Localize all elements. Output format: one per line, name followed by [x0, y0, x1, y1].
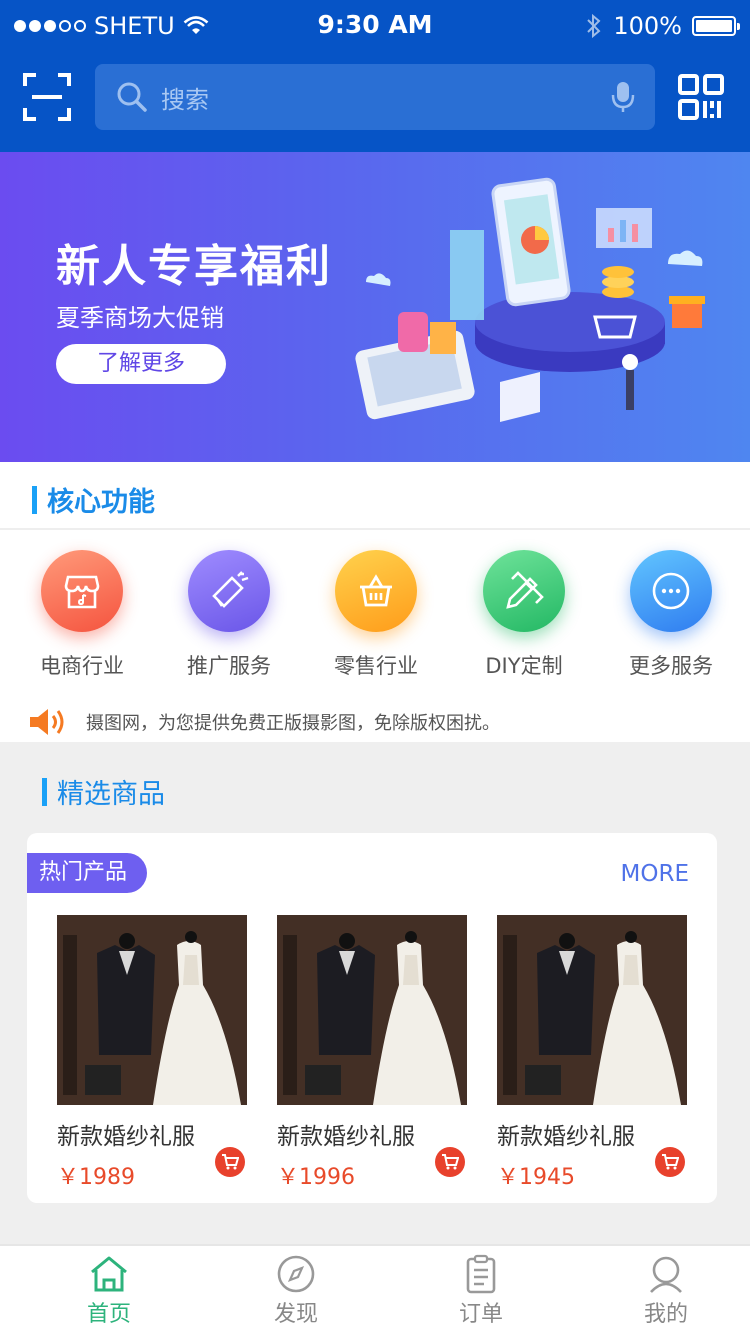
notice-text: 摄图网，为您提供免费正版摄影图，免除版权困扰。: [86, 713, 500, 734]
clipboard-icon: [466, 1254, 496, 1294]
top-header: SHETU 9:30 AM 100% 搜索: [0, 0, 750, 152]
add-to-cart-button[interactable]: [655, 1147, 685, 1177]
search-bar[interactable]: 搜索: [95, 64, 655, 130]
cart-icon: [662, 1154, 679, 1170]
tab-orders[interactable]: 订单: [421, 1254, 541, 1328]
more-circle: [630, 550, 712, 632]
divider: [0, 528, 750, 530]
core-section-title: 核心功能: [47, 487, 155, 518]
add-to-cart-button[interactable]: [435, 1147, 465, 1177]
search-input[interactable]: 搜索: [161, 80, 611, 115]
search-icon: [117, 82, 147, 112]
featured-header: 精选商品: [42, 772, 165, 811]
cart-icon: [442, 1154, 459, 1170]
section-accent-bar: [32, 485, 37, 514]
shopping-illustration: [355, 177, 705, 422]
qr-code-icon[interactable]: [678, 74, 724, 120]
func-ecommerce[interactable]: 电商行业: [17, 550, 147, 680]
banner-subtitle: 夏季商场大促销: [56, 304, 224, 332]
func-promotion[interactable]: 推广服务: [164, 550, 294, 680]
featured-section-header: 精选商品: [0, 742, 750, 822]
megaphone-icon: [212, 571, 249, 608]
tab-label: 我的: [643, 1302, 688, 1327]
add-to-cart-button[interactable]: [215, 1147, 245, 1177]
func-label: 更多服务: [629, 654, 713, 678]
speaker-icon: [30, 709, 64, 735]
tab-home[interactable]: 首页: [49, 1254, 169, 1328]
scan-icon[interactable]: [22, 72, 72, 122]
diy-circle: [483, 550, 565, 632]
tab-label: 发现: [273, 1302, 318, 1327]
battery-percent: 100%: [613, 12, 682, 40]
product-image: [277, 915, 467, 1105]
func-label: 推广服务: [187, 654, 271, 678]
product-name: 新款婚纱礼服: [57, 1124, 195, 1150]
basket-icon: [360, 574, 392, 607]
section-accent-bar: [42, 777, 47, 806]
status-bar: SHETU 9:30 AM 100%: [0, 0, 750, 52]
notice-bar[interactable]: 摄图网，为您提供免费正版摄影图，免除版权困扰。: [0, 702, 750, 742]
pencil-ruler-icon: [506, 571, 544, 609]
home-icon: [91, 1256, 127, 1292]
product-name: 新款婚纱礼服: [277, 1124, 415, 1150]
product-item[interactable]: 新款婚纱礼服 ￥1945: [497, 915, 687, 1191]
featured-title: 精选商品: [57, 779, 165, 810]
promo-banner[interactable]: 新人专享福利 夏季商场大促销 了解更多: [0, 152, 750, 462]
compass-icon: [277, 1255, 315, 1293]
product-item[interactable]: 新款婚纱礼服 ￥1996: [277, 915, 467, 1191]
bluetooth-icon: [587, 13, 601, 39]
product-item[interactable]: 新款婚纱礼服 ￥1989: [57, 915, 247, 1191]
banner-title: 新人专享福利: [56, 241, 332, 292]
user-icon: [650, 1256, 682, 1293]
more-icon: [652, 572, 690, 610]
battery-group: 100%: [585, 12, 740, 40]
learn-more-button[interactable]: 了解更多: [56, 344, 226, 384]
tab-label: 首页: [86, 1302, 131, 1327]
product-image: [57, 915, 247, 1105]
func-label: 零售行业: [334, 654, 418, 678]
hot-products-tag: 热门产品: [27, 853, 147, 893]
battery-icon: [692, 16, 740, 36]
more-link[interactable]: MORE: [621, 861, 689, 887]
product-name: 新款婚纱礼服: [497, 1124, 635, 1150]
bottom-tab-bar: 首页 发现 订单 我的: [0, 1244, 750, 1334]
func-more[interactable]: 更多服务: [606, 550, 736, 680]
func-diy[interactable]: DIY定制: [459, 550, 589, 680]
battery-fill: [696, 20, 732, 32]
retail-circle: [335, 550, 417, 632]
tab-profile[interactable]: 我的: [606, 1254, 726, 1328]
func-label: 电商行业: [40, 654, 124, 678]
product-card: 热门产品 MORE 新款婚纱礼服 ￥1989 新款婚纱礼服 ￥1996 新款婚纱…: [27, 833, 717, 1203]
core-section-header: 核心功能: [32, 480, 155, 519]
product-image: [497, 915, 687, 1105]
core-functions-section: 核心功能 电商行业 推广服务 零售行业 DIY定制 更多服务: [0, 462, 750, 702]
promotion-circle: [188, 550, 270, 632]
microphone-icon[interactable]: [611, 80, 635, 114]
tab-label: 订单: [458, 1302, 503, 1327]
cart-icon: [222, 1154, 239, 1170]
func-label: DIY定制: [485, 654, 563, 678]
func-retail[interactable]: 零售行业: [311, 550, 441, 680]
tab-discover[interactable]: 发现: [236, 1254, 356, 1328]
ecommerce-circle: [41, 550, 123, 632]
shop-icon: [64, 575, 100, 609]
